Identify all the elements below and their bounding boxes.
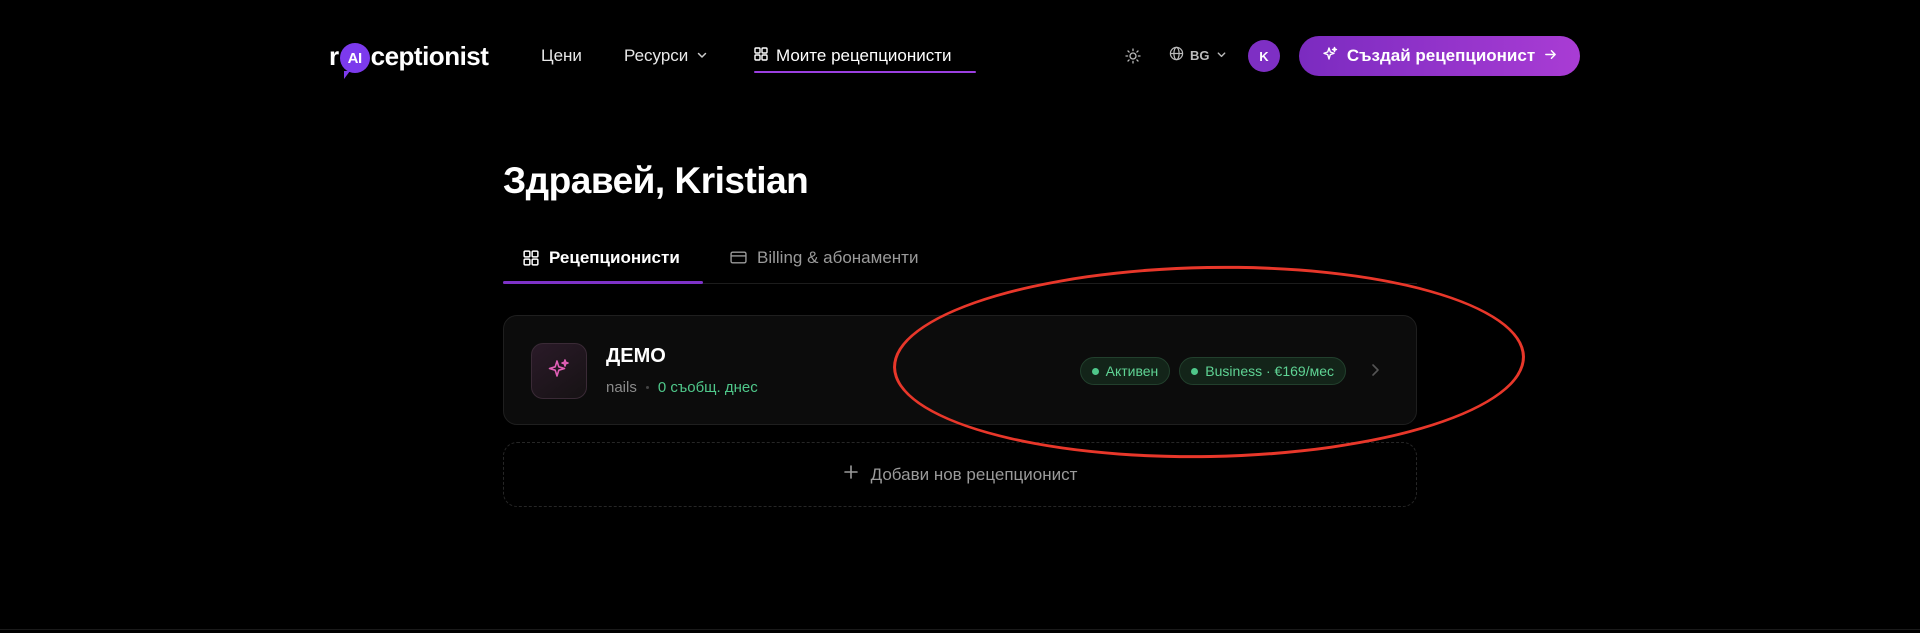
plan-badge: Business · €169/мес xyxy=(1179,357,1346,385)
chevron-down-icon xyxy=(696,46,708,66)
sparkle-icon xyxy=(547,357,571,386)
tab-billing-label: Billing & абонаменти xyxy=(757,248,919,267)
create-receptionist-label: Създай рецепционист xyxy=(1346,46,1536,65)
plus-icon xyxy=(843,464,859,485)
messages-today: 0 съобщ. днес xyxy=(657,379,758,396)
nav-link-pricing[interactable]: Цени xyxy=(541,44,582,68)
receptionist-card[interactable]: ДЕМО nails 0 съобщ. днес Активен Busines… xyxy=(503,315,1417,425)
meta-separator xyxy=(645,386,649,389)
grid-icon xyxy=(523,248,539,271)
status-badge-label: Активен xyxy=(1105,363,1159,379)
arrow-right-icon xyxy=(1544,46,1557,66)
receptionist-meta: nails 0 съобщ. днес xyxy=(606,379,758,396)
tab-receptionists[interactable]: Рецепционисти xyxy=(523,238,680,284)
add-receptionist-button[interactable]: Добави нов рецепционист xyxy=(503,442,1417,507)
language-label: BG xyxy=(1190,47,1210,63)
status-badge: Активен xyxy=(1079,357,1171,385)
sparkle-icon xyxy=(1322,46,1338,67)
status-badges: Активен Business · €169/мес xyxy=(1079,357,1346,385)
logo-ai-badge: AI xyxy=(339,43,370,79)
receptionist-type: nails xyxy=(606,379,637,396)
logo-suffix: ceptionist xyxy=(370,40,489,71)
page-title: Здравей, Kristian xyxy=(503,160,809,201)
nav-link-my-receptionists-label: Моите рецепционисти xyxy=(776,46,952,65)
status-dot-icon xyxy=(1191,367,1199,375)
nav-link-my-receptionists[interactable]: Моите рецепционисти xyxy=(754,44,952,68)
create-receptionist-button[interactable]: Създай рецепционист xyxy=(1299,36,1580,76)
grid-icon xyxy=(754,46,768,66)
user-avatar[interactable]: K xyxy=(1248,40,1280,72)
language-selector[interactable]: BG xyxy=(1169,46,1227,64)
tab-billing[interactable]: Billing & абонаменти xyxy=(730,238,918,284)
receptionist-name: ДЕМО xyxy=(606,345,666,367)
nav-active-underline xyxy=(754,71,976,73)
divider xyxy=(0,629,1920,630)
logo-prefix: r xyxy=(329,40,339,71)
plan-badge-label: Business · €169/мес xyxy=(1205,363,1334,379)
receptionist-avatar xyxy=(531,343,587,399)
chevron-right-icon xyxy=(1368,362,1382,383)
add-receptionist-label: Добави нов рецепционист xyxy=(870,464,1078,484)
tab-bar: Рецепционисти Billing & абонаменти xyxy=(503,238,1417,284)
top-nav: r AI ceptionist Цени Ресурси Моите рецепци… xyxy=(0,0,1920,112)
nav-link-resources-label: Ресурси xyxy=(624,46,689,65)
status-dot-icon xyxy=(1091,367,1099,375)
nav-link-resources[interactable]: Ресурси xyxy=(624,44,708,68)
chevron-down-icon xyxy=(1216,48,1227,63)
nav-link-pricing-label: Цени xyxy=(541,46,582,65)
tab-receptionists-label: Рецепционисти xyxy=(549,248,680,267)
theme-toggle-sun-icon[interactable] xyxy=(1124,47,1142,65)
logo[interactable]: r AI ceptionist xyxy=(329,38,489,79)
credit-card-icon xyxy=(730,248,747,271)
globe-icon xyxy=(1169,46,1184,64)
tab-active-underline xyxy=(503,281,703,284)
